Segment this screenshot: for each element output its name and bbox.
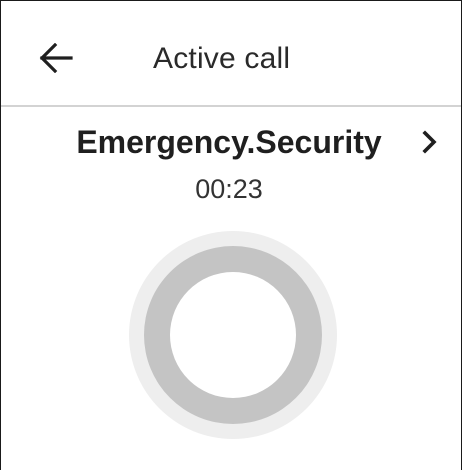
app-bar: Active call	[1, 1, 461, 107]
call-timer: 00:23	[195, 174, 263, 204]
callee-row: Emergency.Security	[1, 119, 461, 165]
call-status-indicator	[128, 230, 338, 440]
arrow-left-icon	[39, 43, 73, 73]
callee-name[interactable]: Emergency.Security	[0, 119, 460, 165]
call-screen: Active call Emergency.Security 00:23	[0, 0, 462, 470]
chevron-right-icon	[422, 130, 437, 154]
callee-details-button[interactable]	[417, 129, 443, 155]
back-button[interactable]	[31, 33, 81, 83]
call-status-ring-icon	[129, 231, 337, 439]
page-title: Active call	[153, 42, 291, 75]
